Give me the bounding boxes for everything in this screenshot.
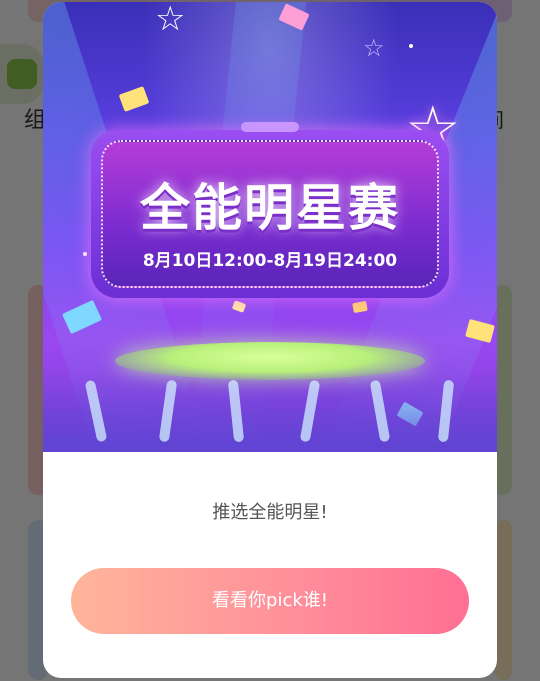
promo-banner-image: ☆ ☆ ☆ 全能明星赛 8月10日12:00-8月19日24:00 xyxy=(43,2,497,452)
promo-popup: ☆ ☆ ☆ 全能明星赛 8月10日12:00-8月19日24:00 推选全能明星… xyxy=(43,2,497,678)
event-date-range: 8月10日12:00-8月19日24:00 xyxy=(142,251,398,271)
event-sign-panel: 全能明星赛 8月10日12:00-8月19日24:00 xyxy=(101,140,439,288)
star-icon: ☆ xyxy=(363,34,385,62)
popup-subtitle: 推选全能明星! xyxy=(212,502,328,523)
event-title: 全能明星赛 xyxy=(140,179,400,237)
crowd-glow xyxy=(43,372,497,452)
view-pick-button[interactable]: 看看你pick谁! xyxy=(71,568,469,634)
confetti xyxy=(118,86,150,112)
sign-tab xyxy=(241,122,299,132)
event-sign: 全能明星赛 8月10日12:00-8月19日24:00 xyxy=(91,122,449,298)
sparkle xyxy=(409,44,413,48)
star-icon: ☆ xyxy=(155,2,186,39)
sparkle xyxy=(83,252,87,256)
confetti xyxy=(352,300,368,314)
